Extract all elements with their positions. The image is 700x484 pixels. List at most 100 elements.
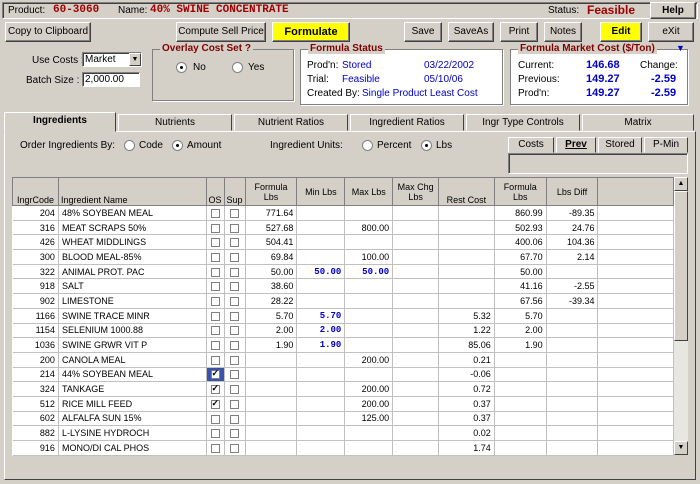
table-row[interactable]: 200 CANOLA MEAL 200.00 0.21: [12, 352, 674, 368]
sup-checkbox[interactable]: [230, 252, 240, 262]
lbs-diff-cell[interactable]: [546, 337, 599, 353]
ingr-code-cell[interactable]: 902: [12, 293, 59, 309]
ingr-name-cell[interactable]: BLOOD MEAL-85%: [58, 249, 207, 265]
ingr-name-cell[interactable]: ALFALFA SUN 15%: [58, 411, 207, 427]
os-checkbox-cell[interactable]: [206, 264, 225, 280]
os-checkbox[interactable]: [210, 398, 220, 409]
os-checkbox[interactable]: [210, 252, 220, 262]
lbs-diff-cell[interactable]: 104.36: [546, 234, 599, 251]
os-checkbox-cell[interactable]: [206, 440, 225, 456]
ingr-name-cell[interactable]: L-LYSINE HYDROCH: [58, 425, 207, 441]
units-percent-radio[interactable]: [362, 140, 373, 151]
sup-checkbox[interactable]: [230, 370, 240, 380]
overlay-yes-radio[interactable]: [232, 62, 243, 73]
ingr-name-cell[interactable]: LIMESTONE: [58, 293, 207, 309]
lbs-diff-cell[interactable]: [546, 440, 599, 456]
formula-lbs-cell[interactable]: [245, 411, 298, 427]
formula-lbs-cell[interactable]: [245, 352, 298, 368]
ingr-name-cell[interactable]: 44% SOYBEAN MEAL: [58, 367, 207, 383]
help-button[interactable]: Help: [650, 2, 696, 19]
rest-cost-cell[interactable]: [438, 264, 495, 280]
sup-checkbox[interactable]: [230, 429, 240, 439]
col-formula-lbs[interactable]: Formula Lbs: [244, 177, 298, 206]
subtab-pmin[interactable]: P-Min: [644, 137, 688, 153]
ingr-code-cell[interactable]: 882: [12, 425, 59, 441]
ingr-name-cell[interactable]: TANKAGE: [58, 381, 207, 397]
prev-formula-lbs-cell[interactable]: 50.00: [494, 264, 547, 280]
lbs-diff-cell[interactable]: 2.14: [546, 249, 599, 265]
subtab-stored[interactable]: Stored: [598, 137, 642, 153]
formula-lbs-cell[interactable]: 69.84: [245, 249, 298, 265]
os-checkbox-cell[interactable]: [206, 278, 225, 295]
table-row[interactable]: 322 ANIMAL PROT. PAC 50.00 50.00 50.00 50.00: [12, 264, 674, 280]
sup-checkbox[interactable]: [230, 326, 240, 336]
min-lbs-cell[interactable]: [296, 205, 346, 221]
formula-lbs-cell[interactable]: [245, 425, 298, 441]
triangle-down-icon[interactable]: ▼: [676, 43, 685, 53]
ingr-name-cell[interactable]: ANIMAL PROT. PAC: [58, 264, 207, 280]
os-checkbox[interactable]: [210, 267, 220, 277]
compute-sell-price-button[interactable]: Compute Sell Price: [176, 22, 266, 42]
os-checkbox-cell[interactable]: [206, 352, 225, 368]
table-row[interactable]: 916 MONO/DI CAL PHOS 1.74: [12, 440, 674, 456]
lbs-diff-cell[interactable]: 24.76: [546, 220, 599, 236]
max-lbs-cell[interactable]: 200.00: [344, 352, 394, 368]
formula-lbs-cell[interactable]: 504.41: [245, 234, 298, 251]
max-lbs-cell[interactable]: 200.00: [344, 396, 394, 412]
scroll-up-icon[interactable]: ▲: [674, 177, 688, 191]
rest-cost-cell[interactable]: [438, 220, 495, 236]
max-chg-cell[interactable]: [392, 367, 439, 383]
os-checkbox[interactable]: [210, 311, 220, 321]
ingr-code-cell[interactable]: 426: [12, 234, 59, 251]
max-chg-cell[interactable]: [392, 205, 439, 221]
max-lbs-cell[interactable]: [344, 278, 394, 295]
os-checkbox[interactable]: [210, 282, 220, 292]
sup-checkbox[interactable]: [230, 267, 240, 277]
os-checkbox[interactable]: [210, 368, 220, 380]
max-chg-cell[interactable]: [392, 278, 439, 295]
max-lbs-cell[interactable]: 125.00: [344, 411, 394, 427]
max-chg-cell[interactable]: [392, 323, 439, 339]
os-checkbox[interactable]: [210, 326, 220, 336]
ingr-name-cell[interactable]: 48% SOYBEAN MEAL: [58, 205, 207, 221]
formula-lbs-cell[interactable]: 28.22: [245, 293, 298, 309]
prev-formula-lbs-cell[interactable]: 5.70: [494, 308, 547, 324]
lbs-diff-cell[interactable]: -2.55: [546, 278, 599, 295]
max-chg-cell[interactable]: [392, 264, 439, 280]
os-checkbox-cell[interactable]: [206, 425, 225, 441]
table-row[interactable]: 204 48% SOYBEAN MEAL 771.64 860.99 -89.35: [12, 205, 674, 221]
max-chg-cell[interactable]: [392, 440, 439, 456]
rest-cost-cell[interactable]: 1.74: [438, 440, 495, 456]
scroll-thumb[interactable]: [674, 191, 688, 341]
os-checkbox-cell[interactable]: [206, 337, 225, 353]
ingr-name-cell[interactable]: SWINE GRWR VIT P: [58, 337, 207, 353]
sup-checkbox[interactable]: [230, 208, 240, 218]
min-lbs-cell[interactable]: 50.00: [296, 264, 346, 280]
subtab-costs[interactable]: Costs: [508, 137, 554, 153]
use-costs-select[interactable]: Market ▼: [82, 52, 142, 67]
notes-button[interactable]: Notes: [544, 22, 582, 42]
os-checkbox[interactable]: [210, 297, 220, 307]
max-lbs-cell[interactable]: [344, 367, 394, 383]
sup-checkbox[interactable]: [230, 282, 240, 292]
table-row[interactable]: 21444% SOYBEAN MEAL -0.06: [12, 367, 674, 383]
max-chg-cell[interactable]: [392, 337, 439, 353]
ingr-code-cell[interactable]: 602: [12, 411, 59, 427]
prev-formula-lbs-cell[interactable]: [494, 425, 547, 441]
formula-lbs-cell[interactable]: [245, 381, 298, 397]
os-checkbox[interactable]: [210, 208, 220, 218]
rest-cost-cell[interactable]: [438, 278, 495, 295]
lbs-diff-cell[interactable]: [546, 352, 599, 368]
os-checkbox[interactable]: [210, 355, 220, 365]
sup-checkbox-cell[interactable]: [224, 205, 246, 221]
formula-lbs-cell[interactable]: 5.70: [245, 308, 298, 324]
os-checkbox[interactable]: [210, 443, 220, 453]
sup-checkbox-cell[interactable]: [224, 264, 246, 280]
max-lbs-cell[interactable]: [344, 440, 394, 456]
ingr-code-cell[interactable]: 200: [12, 352, 59, 368]
min-lbs-cell[interactable]: 1.90: [296, 337, 346, 353]
prev-formula-lbs-cell[interactable]: [494, 440, 547, 456]
sup-checkbox[interactable]: [230, 355, 240, 365]
min-lbs-cell[interactable]: [296, 249, 346, 265]
table-row[interactable]: 602 ALFALFA SUN 15% 125.00 0.37: [12, 411, 674, 427]
